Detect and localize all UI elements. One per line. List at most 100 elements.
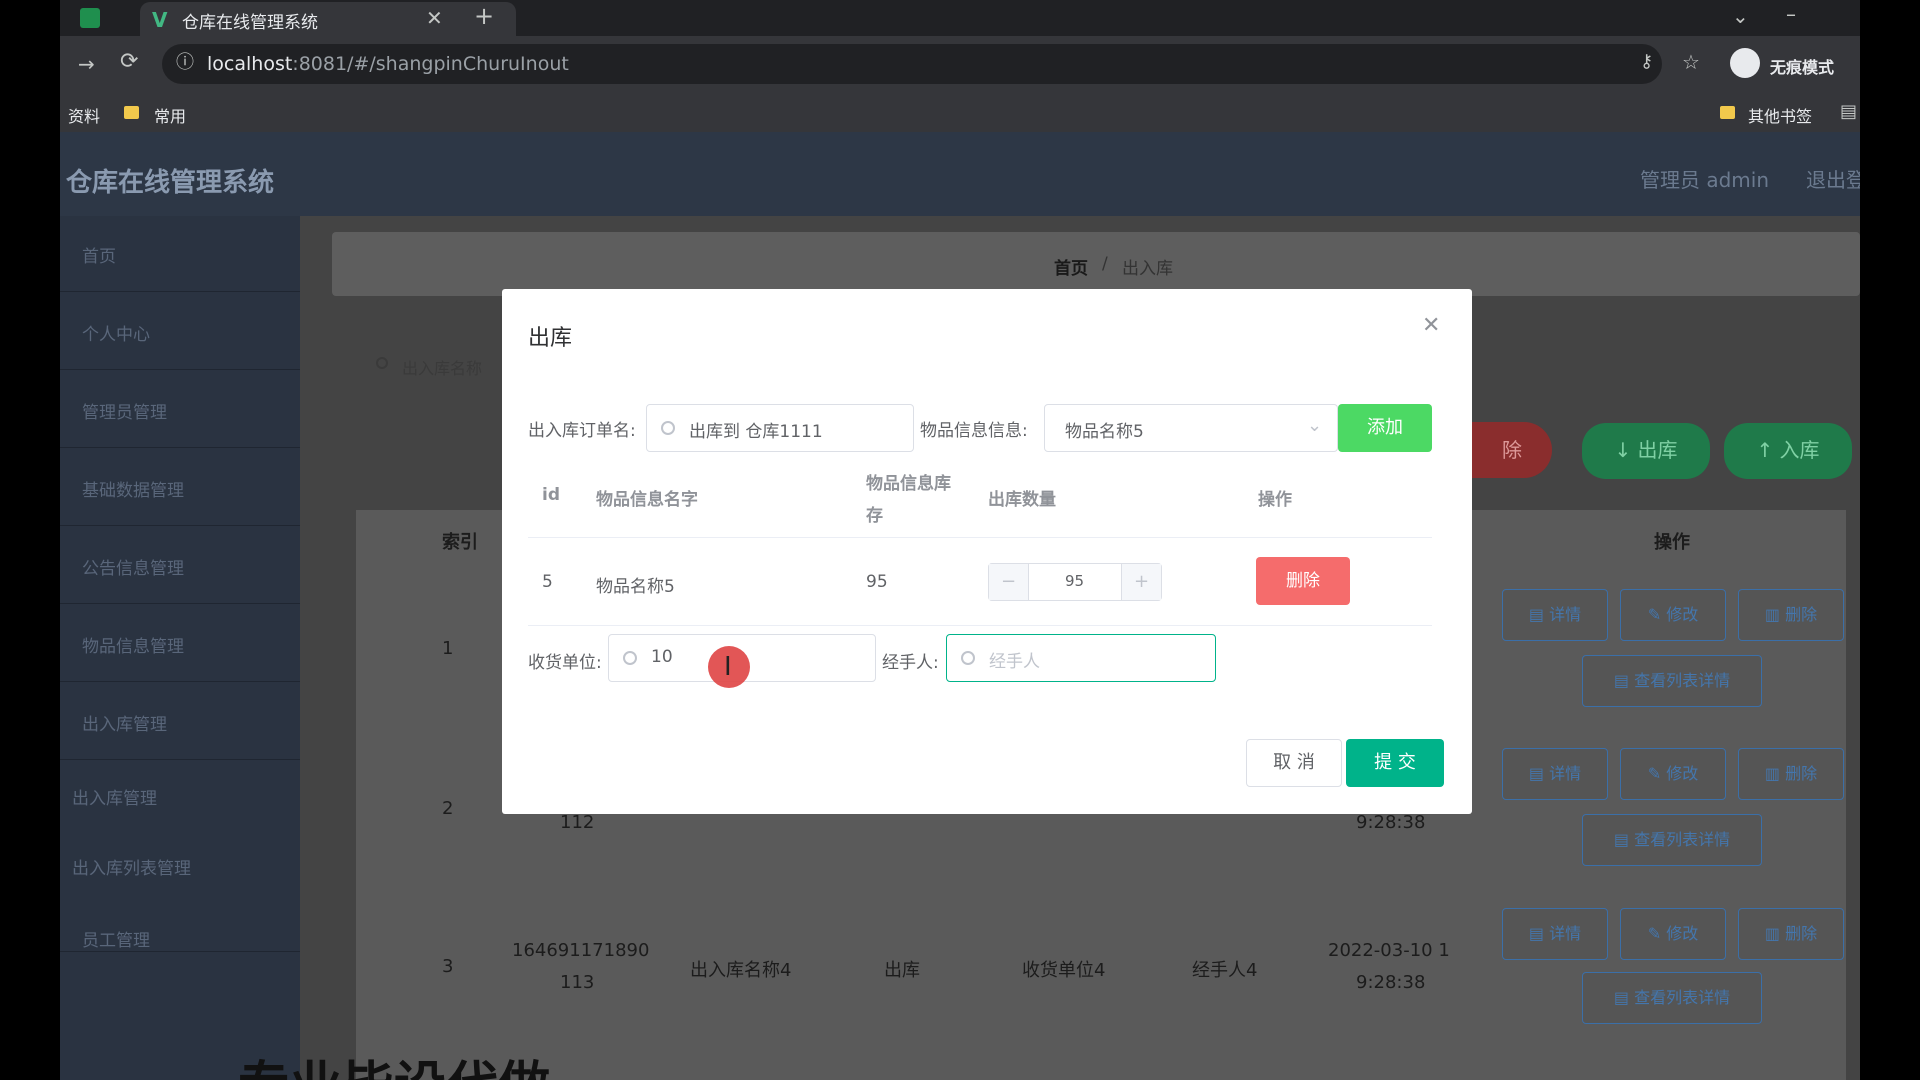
- folder-icon: [1720, 106, 1735, 119]
- sidebar-item-label: 基础数据管理: [82, 481, 184, 501]
- sidebar-item-home[interactable]: 首页: [60, 216, 300, 292]
- text-cursor-icon: I: [724, 652, 732, 682]
- other-bookmarks[interactable]: 其他书签: [1748, 103, 1812, 127]
- incognito-label[interactable]: 无痕模式: [1770, 54, 1834, 78]
- sidebar-item-goods[interactable]: 物品信息管理: [60, 606, 300, 682]
- sidebar-item-label: 公告信息管理: [82, 559, 184, 579]
- sidebar-item-notices[interactable]: 公告信息管理: [60, 528, 300, 604]
- row-index: 2: [442, 798, 454, 819]
- detail-button[interactable]: ▤ 详情: [1502, 748, 1608, 800]
- divider: [528, 625, 1432, 626]
- receiver-value: 10: [651, 647, 673, 667]
- list-detail-button[interactable]: ▤ 查看列表详情: [1582, 814, 1762, 866]
- col-header-qty: 出库数量: [988, 490, 1056, 510]
- delete-button[interactable]: ▥ 删除: [1738, 908, 1844, 960]
- system-title: 仓库在线管理系统: [66, 168, 275, 198]
- delete-button[interactable]: ▥ 删除: [1738, 748, 1844, 800]
- new-tab-button[interactable]: +: [474, 4, 494, 28]
- quantity-stepper[interactable]: − 95 +: [988, 563, 1162, 601]
- edit-icon: ✎: [1647, 924, 1667, 943]
- list-detail-button[interactable]: ▤ 查看列表详情: [1582, 972, 1762, 1024]
- list-detail-button[interactable]: ▤ 查看列表详情: [1582, 655, 1762, 707]
- breadcrumb-current: 出入库: [1122, 259, 1173, 279]
- tab-search-icon[interactable]: ⌄: [1732, 6, 1749, 26]
- order-name-label: 出入库订单名:: [528, 421, 636, 441]
- row-stock: 95: [866, 572, 888, 592]
- quantity-value[interactable]: 95: [1065, 572, 1084, 590]
- goods-info-select[interactable]: 物品名称5 ⌄: [1044, 404, 1338, 452]
- submit-button[interactable]: 提 交: [1346, 739, 1444, 787]
- tab-close-icon[interactable]: ✕: [426, 8, 443, 28]
- app-header: 仓库在线管理系统 管理员 admin 退出登: [60, 132, 1860, 216]
- sidebar-item-basic-data[interactable]: 基础数据管理: [60, 450, 300, 526]
- trash-icon: ▥: [1764, 924, 1786, 943]
- minimize-icon[interactable]: –: [1786, 4, 1796, 24]
- dialog-title: 出库: [528, 326, 573, 351]
- order-name-value: 出库到 仓库1111: [689, 422, 823, 442]
- sidebar-item-label: 个人中心: [82, 325, 150, 345]
- trash-icon: ▥: [1764, 764, 1786, 783]
- edit-button[interactable]: ✎ 修改: [1620, 589, 1726, 641]
- password-key-icon[interactable]: ⚷: [1640, 52, 1653, 72]
- sidebar-item-profile[interactable]: 个人中心: [60, 294, 300, 370]
- cancel-button[interactable]: 取 消: [1246, 739, 1342, 787]
- order-name-input[interactable]: 出库到 仓库1111: [646, 404, 914, 452]
- row-type: 出库: [884, 960, 920, 981]
- sidebar-item-staff[interactable]: 员工管理: [60, 876, 300, 952]
- logout-link[interactable]: 退出登: [1806, 164, 1860, 193]
- trash-icon: ▥: [1764, 605, 1786, 624]
- list-icon: ▤: [1613, 830, 1635, 849]
- goods-info-label: 物品信息信息:: [920, 421, 1028, 441]
- delete-batch-button[interactable]: 除: [1472, 422, 1552, 478]
- chevron-down-icon: ⌄: [1307, 415, 1323, 436]
- handler-input[interactable]: 经手人: [946, 634, 1216, 682]
- detail-button[interactable]: ▤ 详情: [1502, 908, 1608, 960]
- breadcrumb-home[interactable]: 首页: [1054, 254, 1088, 279]
- site-info-icon[interactable]: ⓘ: [176, 53, 194, 73]
- search-icon: [961, 651, 975, 665]
- forward-icon[interactable]: →: [78, 54, 95, 74]
- sidebar-item-label: 首页: [82, 247, 116, 267]
- detail-button[interactable]: ▤ 详情: [1502, 589, 1608, 641]
- browser-toolbar: → ⟳ ⓘ localhost:8081/#/shangpinChuruInou…: [60, 36, 1860, 94]
- increment-button[interactable]: +: [1121, 564, 1161, 600]
- reading-list-icon[interactable]: ▤: [1840, 102, 1857, 122]
- search-icon: [661, 421, 675, 435]
- edit-button[interactable]: ✎ 修改: [1620, 748, 1726, 800]
- bookmark-folder[interactable]: 常用: [154, 103, 186, 127]
- detail-icon: ▤: [1528, 924, 1550, 943]
- row-handler: 经手人4: [1192, 960, 1258, 981]
- sidebar-item-admins[interactable]: 管理员管理: [60, 372, 300, 448]
- list-icon: ▤: [1613, 671, 1635, 690]
- sidebar-subitem-inout[interactable]: 出入库管理: [72, 784, 157, 809]
- col-header-name: 物品信息名字: [596, 490, 698, 510]
- handler-placeholder: 经手人: [989, 652, 1040, 672]
- row-time: 2022-03-10 1: [1328, 940, 1450, 961]
- bookmark-item[interactable]: 资料: [68, 103, 100, 127]
- outbound-dialog: 出库 ✕ 出入库订单名: 出库到 仓库1111 物品信息信息: 物品名称5 ⌄ …: [502, 289, 1472, 814]
- vue-favicon-icon: V: [152, 8, 168, 32]
- delete-button[interactable]: ▥ 删除: [1738, 589, 1844, 641]
- bookmark-star-icon[interactable]: ☆: [1682, 52, 1700, 72]
- user-label: 管理员 admin: [1640, 168, 1770, 192]
- search-icon: [623, 651, 637, 665]
- handler-label: 经手人:: [882, 653, 939, 673]
- col-header-id: id: [542, 485, 560, 505]
- edit-button[interactable]: ✎ 修改: [1620, 908, 1726, 960]
- breadcrumb-separator: /: [1102, 254, 1108, 274]
- col-header-stock: 物品信息库: [866, 474, 951, 494]
- row-delete-button[interactable]: 删除: [1256, 557, 1350, 605]
- outbound-button[interactable]: ↓ 出库: [1582, 423, 1710, 479]
- reload-icon[interactable]: ⟳: [120, 51, 138, 73]
- add-button[interactable]: 添加: [1338, 404, 1432, 452]
- pinned-tab-icon[interactable]: [80, 8, 100, 28]
- row-name: 出入库名称4: [690, 960, 792, 981]
- decrement-button[interactable]: −: [989, 564, 1029, 600]
- row-index: 3: [442, 956, 454, 977]
- row-unit: 收货单位4: [1022, 960, 1106, 981]
- row-index: 1: [442, 638, 454, 659]
- inbound-button[interactable]: ↑ 入库: [1724, 423, 1852, 479]
- url-text[interactable]: localhost:8081/#/shangpinChuruInout: [207, 53, 569, 75]
- close-icon[interactable]: ✕: [1422, 313, 1440, 338]
- sidebar-item-inout[interactable]: 出入库管理: [60, 684, 300, 760]
